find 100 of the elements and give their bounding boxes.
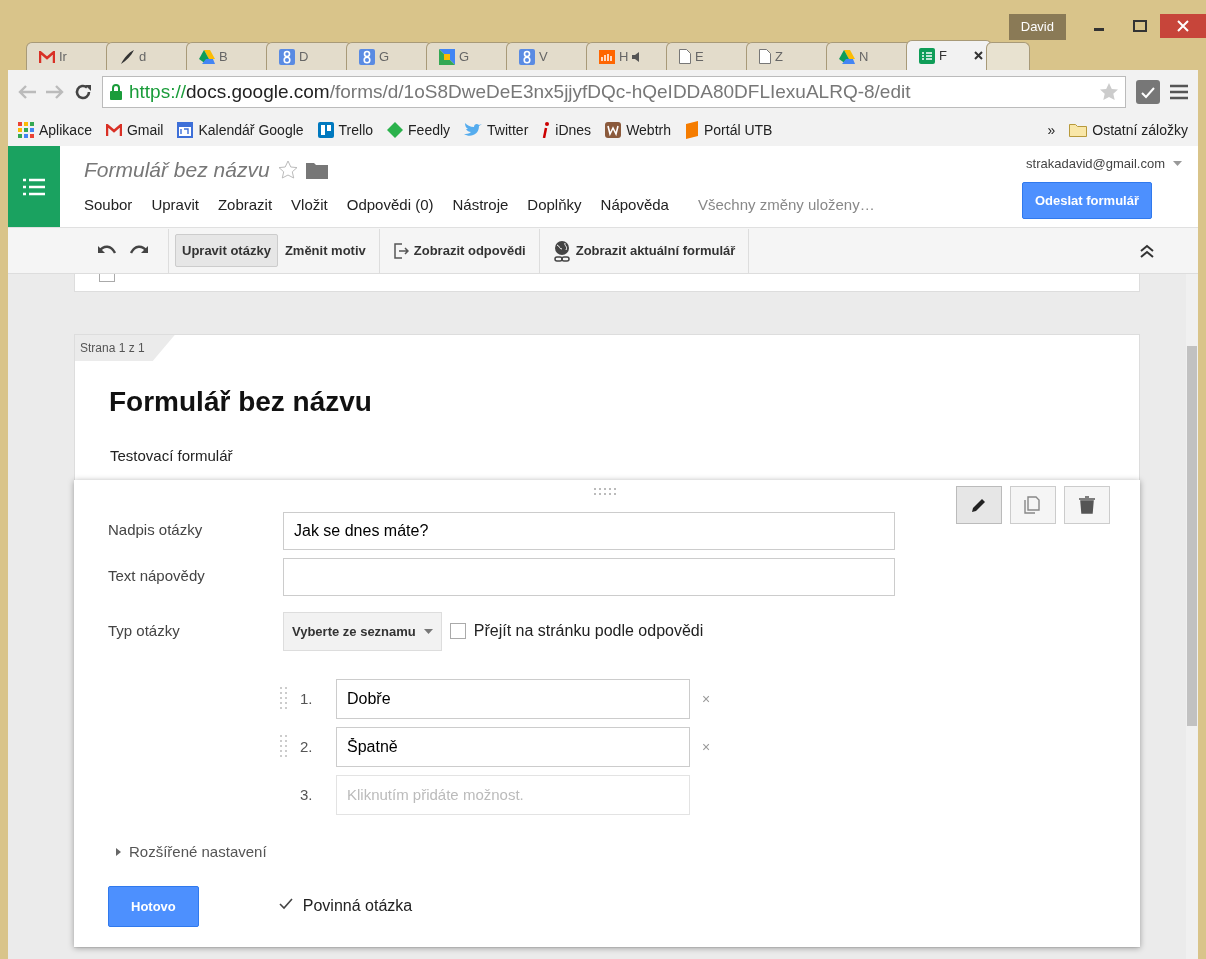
checkbox-label[interactable]: Přejít na stránku podle odpovědi — [473, 619, 704, 644]
book-icon — [685, 121, 699, 139]
tab-title: d — [139, 47, 147, 66]
drag-handle-icon[interactable] — [280, 735, 287, 759]
list-icon[interactable] — [23, 177, 45, 196]
drag-handle-icon[interactable] — [280, 687, 287, 711]
page-icon — [759, 49, 771, 64]
advanced-settings-toggle[interactable]: Rozšířené nastavení — [116, 841, 267, 864]
star-icon[interactable] — [277, 159, 298, 180]
toolbar-button[interactable]: Upravit otázky — [175, 233, 278, 268]
field-label: Nadpis otázky — [108, 520, 204, 541]
bookmark-folder[interactable]: Ostatní záložky — [1069, 119, 1188, 141]
tab-title: F — [939, 46, 947, 65]
extension-icon[interactable] — [1136, 80, 1160, 104]
trash-icon[interactable] — [1078, 495, 1096, 514]
bookmark[interactable]: Twitter — [464, 119, 529, 141]
toolbar-button[interactable]: Změnit motiv — [277, 233, 373, 268]
drag-handle-icon[interactable] — [594, 487, 616, 495]
option-number: 1. — [300, 688, 314, 709]
bookmark[interactable]: Trello — [317, 119, 374, 141]
question-type-dropdown[interactable]: Vyberte ze seznamu — [283, 611, 442, 651]
mail-icon — [39, 50, 55, 63]
caret-icon — [423, 628, 433, 634]
menu-icon[interactable] — [1170, 84, 1188, 100]
w-icon — [605, 122, 622, 138]
scrollbar-thumb[interactable] — [1187, 346, 1197, 726]
bird-icon — [464, 123, 483, 137]
apps-grid-icon — [18, 122, 34, 138]
address-bar[interactable]: https://docs.google.com/forms/d/1oS8DweDeE3nx5jjyfDQc-hQeIDDA80DFLIexuALRQ-8/edit — [102, 76, 1126, 108]
bookmark[interactable]: Aplikace — [18, 119, 92, 141]
bookmark[interactable]: Kalendář Google — [177, 119, 304, 141]
save-status: Všechny změny uloženy… — [697, 194, 875, 215]
more-bookmarks[interactable]: » — [1047, 119, 1056, 141]
menu-item[interactable]: Upravit — [151, 193, 199, 216]
option-field[interactable]: Špatně — [336, 727, 690, 767]
document-title[interactable]: Formulář bez názvu — [84, 154, 270, 186]
url-text: https://docs.google.com/forms/d/1oS8DweDeE3nx5jjyfDQc-hQeIDDA80DFLIexuALRQ-8/edit — [129, 79, 911, 104]
form-description[interactable]: Testovací formulář — [110, 445, 1139, 468]
feather-icon — [119, 48, 135, 65]
collapse-icon[interactable] — [1140, 243, 1154, 258]
close-icon[interactable] — [974, 51, 983, 60]
info-icon — [542, 122, 551, 138]
maximize-icon[interactable] — [1133, 20, 1147, 32]
tab-title: Ir — [59, 47, 67, 66]
leaf-icon — [387, 122, 404, 138]
g-icon — [279, 48, 295, 65]
text-field[interactable] — [283, 557, 895, 596]
menu-item[interactable]: Nápověda — [600, 193, 669, 216]
menu-item[interactable]: Odpovědi (0) — [346, 193, 434, 216]
text-field[interactable]: Jak se dnes máte? — [283, 511, 895, 550]
lock-icon — [109, 83, 123, 101]
bookmark[interactable]: iDnes — [542, 119, 592, 141]
forms-icon — [919, 47, 935, 64]
account-email[interactable]: strakadavid@gmail.com — [1026, 154, 1165, 174]
duplicate-icon[interactable] — [1024, 495, 1042, 514]
bookmark[interactable]: Portál UTB — [685, 119, 773, 141]
tab-title: V — [539, 47, 548, 66]
caret-icon[interactable] — [1173, 161, 1182, 167]
checkbox-label[interactable]: Povinná otázka — [302, 894, 413, 919]
bookmark[interactable]: Gmail — [105, 119, 164, 141]
option-number: 2. — [300, 736, 314, 757]
scrollbar[interactable] — [1186, 274, 1198, 959]
star-icon[interactable] — [1099, 82, 1119, 102]
form-title[interactable]: Formulář bez názvu — [109, 381, 1139, 423]
menu-item[interactable]: Vložit — [291, 193, 328, 216]
check-icon — [278, 898, 293, 911]
user-name: David — [1008, 14, 1066, 40]
tab-title: D — [299, 47, 309, 66]
square-icon — [439, 48, 455, 65]
page-icon — [679, 49, 691, 64]
menu-item[interactable]: Doplňky — [527, 193, 582, 216]
tab-title: G — [459, 47, 470, 66]
tab-title: H — [619, 47, 629, 66]
forward-icon[interactable] — [46, 85, 64, 99]
folder-icon[interactable] — [305, 160, 328, 179]
tab-title: E — [695, 47, 704, 66]
tab-title: N — [859, 47, 869, 66]
menu-item[interactable]: Nástroje — [452, 193, 509, 216]
folder-icon — [1069, 123, 1088, 137]
reload-icon[interactable] — [74, 83, 92, 101]
bookmark[interactable]: Feedly — [387, 119, 451, 141]
tab-title: Z — [775, 47, 783, 66]
triangle-right-icon — [116, 848, 121, 857]
calendar-icon — [177, 122, 194, 138]
option-field[interactable]: Dobře — [336, 679, 690, 719]
field-label: Typ otázky — [108, 621, 181, 641]
back-icon[interactable] — [18, 85, 36, 99]
audio-icon — [599, 49, 615, 64]
menu-item[interactable]: Zobrazit — [217, 193, 273, 216]
g-icon — [359, 48, 375, 65]
menu-item[interactable]: Soubor — [84, 193, 133, 216]
bookmark[interactable]: Webtrh — [605, 119, 671, 141]
toolbar-button[interactable]: Zobrazit aktuální formulář — [545, 232, 743, 269]
checkbox[interactable] — [449, 623, 466, 640]
globe-link-icon — [552, 239, 571, 262]
triangle-icon — [199, 49, 215, 64]
board-icon — [317, 122, 334, 138]
g-icon — [519, 48, 535, 65]
toolbar-button[interactable]: Zobrazit odpovědi — [385, 233, 533, 268]
option-field[interactable]: Kliknutím přidáte možnost. — [336, 775, 690, 815]
